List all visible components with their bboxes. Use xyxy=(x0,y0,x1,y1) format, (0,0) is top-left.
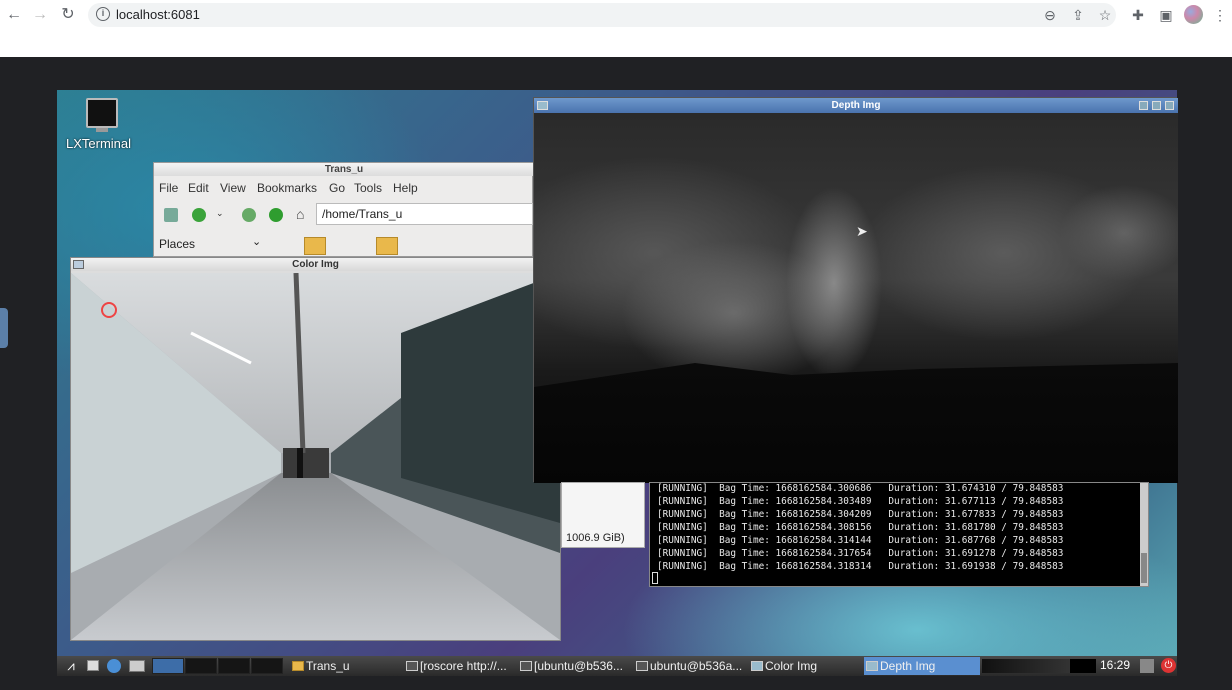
close-icon[interactable] xyxy=(1165,101,1174,110)
home-icon[interactable]: ⌂ xyxy=(296,207,310,222)
forward-icon[interactable] xyxy=(242,208,256,222)
desktop-pager-1[interactable] xyxy=(152,658,184,674)
window-icon xyxy=(751,661,763,671)
terminal-line: [RUNNING] Bag Time: 1668162584.317654 Du… xyxy=(657,548,1064,559)
menu-icon[interactable]: ⋮ xyxy=(1210,5,1230,25)
terminal-window[interactable]: [RUNNING] Bag Time: 1668162584.300686 Du… xyxy=(649,482,1149,587)
menu-help[interactable]: Help xyxy=(393,181,418,195)
disk-usage-panel: 1006.9 GiB) xyxy=(561,482,645,548)
forward-icon[interactable]: → xyxy=(29,4,51,26)
window-icon xyxy=(866,661,878,671)
address-url[interactable]: localhost:6081 xyxy=(116,7,200,22)
maximize-icon[interactable] xyxy=(1152,101,1161,110)
task-label: ubuntu@b536a... xyxy=(650,659,743,673)
sidepanel-icon[interactable]: ▣ xyxy=(1156,5,1176,25)
places-label: Places xyxy=(159,237,196,251)
menu-bookmarks[interactable]: Bookmarks xyxy=(257,181,317,195)
new-tab-icon[interactable] xyxy=(164,208,178,222)
network-monitor xyxy=(1070,659,1096,673)
reload-icon[interactable]: ↻ xyxy=(57,4,79,26)
task-color-img[interactable]: Color Img xyxy=(749,657,861,675)
browser-bottom xyxy=(0,676,1232,690)
depth-floor-region xyxy=(534,363,1178,483)
folder-icon[interactable] xyxy=(304,237,326,255)
window-menu-icon[interactable] xyxy=(73,260,84,269)
back-icon[interactable]: ← xyxy=(3,4,25,26)
taskbar: ⩘ Trans_u [roscore http://... [ubuntu@b5… xyxy=(57,656,1177,676)
back-icon[interactable] xyxy=(192,208,206,222)
terminal-icon xyxy=(520,661,532,671)
desktop-icon-label[interactable]: LXTerminal xyxy=(66,136,131,151)
terminal-line: [RUNNING] Bag Time: 1668162584.300686 Du… xyxy=(657,483,1064,494)
cpu-monitor xyxy=(982,659,1070,673)
menu-bar: File Edit View Bookmarks Go Tools Help xyxy=(154,179,534,197)
clock[interactable]: 16:29 xyxy=(1100,658,1130,672)
power-icon[interactable]: ⏻ xyxy=(1161,658,1176,673)
terminal-line: [RUNNING] Bag Time: 1668162584.314144 Du… xyxy=(657,535,1064,546)
task-label: Trans_u xyxy=(306,659,350,673)
scrollbar-thumb[interactable] xyxy=(1141,553,1147,583)
task-ubuntu-terminal-1[interactable]: [ubuntu@b536... xyxy=(518,657,630,675)
corridor-camera-image xyxy=(71,273,560,640)
chevron-down-icon: ⌄ xyxy=(252,236,262,248)
desktop-pager-3[interactable] xyxy=(218,658,250,674)
start-menu-icon[interactable]: ⩘ xyxy=(61,658,81,674)
window-title[interactable]: Trans_u xyxy=(154,163,534,176)
terminal-line: [RUNNING] Bag Time: 1668162584.318314 Du… xyxy=(657,561,1064,572)
browser-content-top xyxy=(0,30,1232,57)
disk-size-label: 1006.9 GiB) xyxy=(566,532,625,544)
task-trans-u[interactable]: Trans_u xyxy=(290,657,402,675)
menu-go[interactable]: Go xyxy=(329,181,345,195)
lock-screen-icon[interactable] xyxy=(1140,659,1154,673)
desktop-pager-2[interactable] xyxy=(185,658,217,674)
browser-icon[interactable] xyxy=(107,659,121,673)
terminal-scrollbar[interactable] xyxy=(1140,483,1148,586)
history-chevron-icon[interactable]: ⌄ xyxy=(216,208,226,222)
up-icon[interactable] xyxy=(269,208,283,222)
depth-image-window[interactable]: Depth Img ➤ xyxy=(533,97,1178,483)
task-label: Depth Img xyxy=(880,659,936,673)
terminal-cursor xyxy=(652,572,658,584)
profile-icon[interactable] xyxy=(1184,5,1203,24)
task-label: Color Img xyxy=(765,659,818,673)
task-label: [roscore http://... xyxy=(420,659,507,673)
corridor-scene xyxy=(71,273,560,640)
menu-file[interactable]: File xyxy=(159,181,178,195)
window-title[interactable]: Color Img xyxy=(71,258,560,271)
menu-edit[interactable]: Edit xyxy=(188,181,209,195)
terminal-line: [RUNNING] Bag Time: 1668162584.303489 Du… xyxy=(657,496,1064,507)
depth-image: ➤ xyxy=(534,113,1178,483)
color-image-window[interactable]: Color Img _ xyxy=(70,257,561,641)
places-dropdown[interactable]: Places ⌄ xyxy=(154,233,272,255)
task-ubuntu-terminal-2[interactable]: ubuntu@b536a... xyxy=(634,657,746,675)
vnc-control-tab[interactable] xyxy=(0,308,8,348)
file-manager-icon[interactable] xyxy=(129,660,145,672)
share-icon[interactable]: ⇪ xyxy=(1068,5,1088,25)
menu-view[interactable]: View xyxy=(220,181,246,195)
zoom-icon[interactable]: ⊖ xyxy=(1040,5,1060,25)
info-icon[interactable]: i xyxy=(96,7,110,21)
menu-tools[interactable]: Tools xyxy=(354,181,382,195)
browser-toolbar: ← → ↻ i localhost:6081 ⊖ ⇪ ☆ ✚ ▣ ⋮ xyxy=(0,0,1232,30)
task-depth-img[interactable]: Depth Img xyxy=(864,657,980,675)
star-icon[interactable]: ☆ xyxy=(1095,5,1115,25)
desktop-pager-4[interactable] xyxy=(251,658,283,674)
terminal-icon[interactable] xyxy=(86,98,118,132)
window-menu-icon[interactable] xyxy=(537,101,548,110)
terminal-icon xyxy=(406,661,418,671)
mouse-cursor-icon: ➤ xyxy=(856,223,868,239)
address-bar[interactable]: i localhost:6081 xyxy=(88,3,1116,27)
task-roscore[interactable]: [roscore http://... xyxy=(404,657,516,675)
folder-icon xyxy=(292,661,304,671)
terminal-icon xyxy=(636,661,648,671)
location-field[interactable]: /home/Trans_u xyxy=(316,203,533,225)
folder-icon[interactable] xyxy=(376,237,398,255)
extensions-icon[interactable]: ✚ xyxy=(1128,5,1148,25)
window-title[interactable]: Depth Img xyxy=(534,98,1178,113)
minimize-icon[interactable] xyxy=(1139,101,1148,110)
terminal-line: [RUNNING] Bag Time: 1668162584.304209 Du… xyxy=(657,509,1064,520)
terminal-line: [RUNNING] Bag Time: 1668162584.308156 Du… xyxy=(657,522,1064,533)
minimize-all-icon[interactable] xyxy=(87,660,99,671)
task-label: [ubuntu@b536... xyxy=(534,659,623,673)
